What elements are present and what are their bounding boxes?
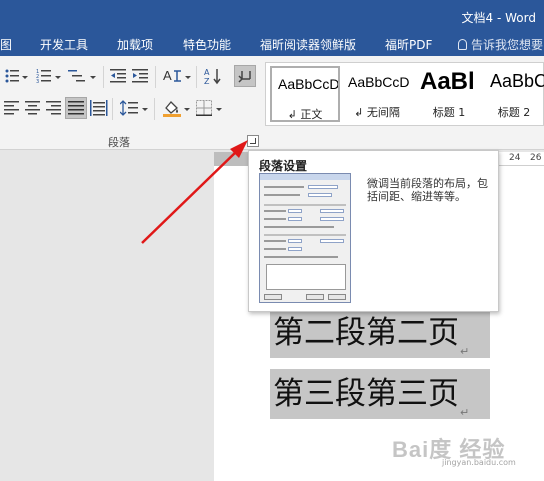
decrease-indent-icon[interactable] (110, 68, 126, 86)
tell-me-text: 告诉我您想要 (471, 38, 544, 52)
numbering-icon[interactable]: 123 (36, 68, 52, 86)
align-center-icon[interactable] (25, 100, 41, 118)
svg-text:3: 3 (36, 79, 39, 84)
justify-button[interactable] (65, 97, 87, 119)
tab-features[interactable]: 特色功能 (183, 36, 231, 53)
ruler-number: 26 (530, 153, 542, 163)
ribbon-tabs: 图 开发工具 加载项 特色功能 福昕阅读器领鲜版 福昕PDF 告诉我您想要 (0, 32, 544, 56)
tooltip-description: 微调当前段落的布局，包括间距、缩进等等。 (367, 177, 488, 203)
chevron-down-icon[interactable] (184, 108, 190, 111)
style-name: ↲ 正文 (287, 108, 323, 121)
divider (155, 66, 156, 88)
thumbnail-line (264, 194, 300, 196)
lightbulb-icon (458, 39, 467, 50)
thumbnail-field (288, 239, 302, 243)
thumbnail-preview-box (266, 264, 346, 290)
style-normal[interactable]: AaBbCcD ↲ 正文 (270, 66, 340, 122)
tab-foxit-reader[interactable]: 福昕阅读器领鲜版 (260, 36, 356, 53)
thumbnail-field (320, 217, 344, 221)
thumbnail-line (264, 226, 334, 228)
chevron-down-icon[interactable] (22, 76, 28, 79)
divider (196, 66, 197, 88)
style-sample: AaBbCcD (278, 76, 340, 92)
thumbnail-button (264, 294, 282, 300)
styles-gallery: AaBbCcD ↲ 正文 AaBbCcD ↲ 无间隔 AaBl 标题 1 AaB… (265, 62, 544, 126)
thumbnail-button (328, 294, 346, 300)
chevron-down-icon[interactable] (142, 108, 148, 111)
thumbnail-field (288, 247, 302, 251)
svg-text:A: A (163, 68, 172, 83)
thumbnail-line (264, 248, 286, 250)
thumbnail-divider (264, 234, 346, 236)
ruler-number: 24 (509, 153, 521, 163)
paragraph-mark-icon: ↵ (460, 406, 470, 419)
style-name: ↲ 无间隔 (354, 106, 400, 119)
paragraph-mark-icon: ↵ (460, 345, 470, 358)
increase-indent-icon[interactable] (132, 68, 148, 86)
line-text: 第三段第三页 (273, 376, 459, 412)
paragraph-settings-launcher[interactable] (247, 135, 259, 147)
show-marks-button[interactable] (234, 65, 256, 87)
chevron-down-icon[interactable] (185, 76, 191, 79)
baidu-watermark: Bai度 经验 jingyan.baidu.com (392, 420, 542, 470)
ruler-margin (214, 152, 248, 166)
style-sample: AaBbCcD (348, 74, 410, 90)
tab-developer[interactable]: 开发工具 (40, 36, 88, 53)
style-name: 标题 2 (497, 106, 531, 119)
style-heading-2[interactable]: AaBbC 标题 2 (484, 66, 544, 122)
shading-icon[interactable] (162, 99, 182, 117)
thumbnail-field (308, 185, 338, 189)
document-line[interactable]: 第三段第三页↵ (270, 369, 490, 419)
align-right-icon[interactable] (46, 100, 62, 118)
window-title: 文档4 - Word (461, 11, 536, 25)
thumbnail-divider (264, 204, 346, 206)
thumbnail-field (288, 209, 302, 213)
thumbnail-field (288, 217, 302, 221)
line-text: 第二段第二页 (273, 315, 459, 351)
style-name: 标题 1 (432, 106, 466, 119)
document-line[interactable]: 第二段第二页↵ (270, 308, 490, 358)
thumbnail-titlebar (260, 174, 350, 180)
thumbnail-field (320, 239, 344, 243)
thumbnail-line (264, 186, 304, 188)
tell-me-box[interactable]: 告诉我您想要 (458, 36, 543, 53)
chevron-down-icon[interactable] (90, 76, 96, 79)
divider (112, 98, 113, 120)
multilevel-list-icon[interactable] (68, 68, 86, 86)
style-heading-1[interactable]: AaBl 标题 1 (414, 66, 484, 122)
watermark-url: jingyan.baidu.com (442, 458, 516, 467)
paragraph-group-label: 段落 (108, 136, 130, 149)
distributed-icon[interactable] (90, 100, 108, 118)
chevron-down-icon[interactable] (55, 76, 61, 79)
borders-icon[interactable] (196, 100, 212, 118)
thumbnail-line (264, 210, 286, 212)
svg-text:A: A (204, 68, 210, 77)
chevron-down-icon[interactable] (216, 108, 222, 111)
thumbnail-line (264, 240, 286, 242)
thumbnail-field (320, 209, 344, 213)
thumbnail-line (264, 218, 286, 220)
sort-icon[interactable]: AZ (204, 67, 222, 85)
svg-text:Z: Z (204, 77, 210, 85)
bullets-icon[interactable] (4, 68, 20, 86)
divider (103, 66, 104, 88)
tab-foxit-pdf[interactable]: 福昕PDF (385, 36, 432, 53)
divider (154, 98, 155, 120)
thumbnail-button (306, 294, 324, 300)
tab-picture[interactable]: 图 (0, 36, 12, 53)
paragraph-settings-tooltip: 段落设置 微调当前段落的布局，包括间距、缩进等等。 (248, 150, 499, 312)
style-sample: AaBl (420, 68, 475, 95)
line-spacing-icon[interactable] (120, 100, 138, 118)
style-no-spacing[interactable]: AaBbCcD ↲ 无间隔 (342, 66, 412, 122)
style-sample: AaBbC (490, 71, 544, 91)
thumbnail-field (308, 193, 332, 197)
tooltip-title: 段落设置 (259, 159, 308, 173)
dialog-preview-thumbnail (259, 173, 351, 303)
align-left-icon[interactable] (4, 100, 20, 118)
thumbnail-line (264, 256, 338, 258)
title-bar: 文档4 - Word (0, 0, 544, 32)
tab-addins[interactable]: 加载项 (117, 36, 153, 53)
asian-layout-icon[interactable]: A (163, 67, 183, 85)
